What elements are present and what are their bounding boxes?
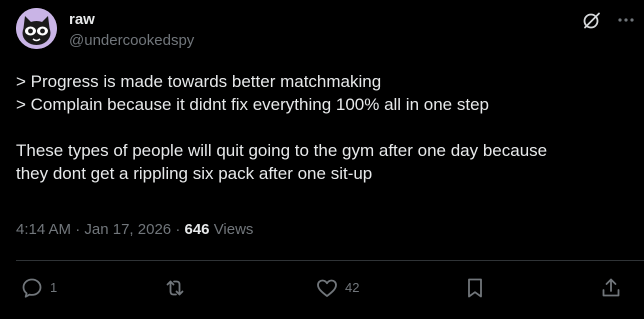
post-line: > Progress is made towards better matchm… xyxy=(16,72,382,91)
display-name[interactable]: raw xyxy=(69,11,194,29)
grok-icon[interactable] xyxy=(582,10,602,30)
post-meta: 4:14 AM · Jan 17, 2026 · 646 Views xyxy=(16,221,253,239)
post-line: they dont get a rippling six pack after … xyxy=(16,164,373,183)
post-line: These types of people will quit going to… xyxy=(16,141,548,160)
reply-count: 1 xyxy=(50,280,58,295)
post-header-actions xyxy=(582,10,636,30)
share-icon xyxy=(602,278,620,297)
heart-icon xyxy=(317,279,337,297)
post-time[interactable]: 4:14 AM xyxy=(16,221,71,238)
meta-separator: · xyxy=(175,221,181,238)
repost-button[interactable] xyxy=(163,276,193,300)
user-handle[interactable]: @undercookedspy xyxy=(69,32,194,50)
avatar[interactable] xyxy=(16,8,57,49)
divider xyxy=(16,260,644,261)
reply-icon xyxy=(22,278,42,298)
post-line: > Complain because it didnt fix everythi… xyxy=(16,95,489,114)
like-button[interactable]: 42 xyxy=(315,276,359,300)
share-button[interactable] xyxy=(599,276,623,300)
cat-avatar-icon xyxy=(16,8,57,49)
author-names: raw @undercookedspy xyxy=(69,11,194,50)
action-bar: 1 42 xyxy=(0,276,644,300)
views-count: 646 xyxy=(184,221,210,238)
like-count: 42 xyxy=(345,280,360,295)
more-icon[interactable] xyxy=(616,10,636,30)
bookmark-icon xyxy=(468,278,482,298)
post-text: > Progress is made towards better matchm… xyxy=(16,70,628,185)
post-card: raw @undercookedspy > Progress is made t… xyxy=(0,0,644,319)
repost-icon xyxy=(166,280,184,296)
bookmark-button[interactable] xyxy=(463,276,487,300)
views-label: Views xyxy=(213,221,254,238)
reply-button[interactable]: 1 xyxy=(20,276,57,300)
post-date[interactable]: Jan 17, 2026 xyxy=(84,221,171,238)
meta-separator: · xyxy=(75,221,81,238)
